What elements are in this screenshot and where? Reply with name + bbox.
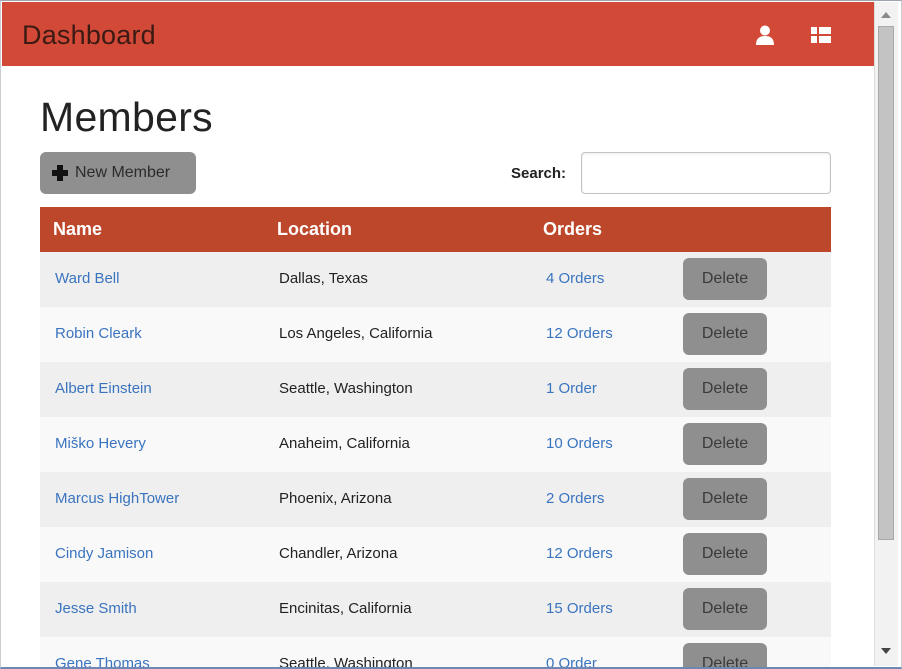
- member-name-link[interactable]: Robin Cleark: [55, 325, 142, 342]
- new-member-button[interactable]: New Member: [40, 152, 196, 194]
- top-navbar: Dashboard: [2, 2, 874, 66]
- table-row: Albert Einstein Seattle, Washington 1 Or…: [40, 362, 831, 417]
- member-location: Encinitas, California: [279, 600, 412, 617]
- member-name-link[interactable]: Marcus HighTower: [55, 490, 179, 507]
- table-body: Ward Bell Dallas, Texas 4 Orders Delete …: [40, 252, 831, 667]
- table-row: Miško Hevery Anaheim, California 10 Orde…: [40, 417, 831, 472]
- member-name-link[interactable]: Jesse Smith: [55, 600, 137, 617]
- delete-button[interactable]: Delete: [683, 423, 767, 465]
- scroll-up-arrow-icon[interactable]: [881, 12, 891, 18]
- table-row: Robin Cleark Los Angeles, California 12 …: [40, 307, 831, 362]
- table-row: Cindy Jamison Chandler, Arizona 12 Order…: [40, 527, 831, 582]
- main-content: Members New Member Search: Name Location…: [0, 66, 874, 667]
- search-input[interactable]: [581, 152, 831, 194]
- user-icon[interactable]: [754, 24, 776, 46]
- delete-button[interactable]: Delete: [683, 368, 767, 410]
- member-orders-link[interactable]: 12 Orders: [546, 545, 613, 562]
- member-name-link[interactable]: Cindy Jamison: [55, 545, 153, 562]
- table-row: Jesse Smith Encinitas, California 15 Ord…: [40, 582, 831, 637]
- table-row: Marcus HighTower Phoenix, Arizona 2 Orde…: [40, 472, 831, 527]
- member-location: Seattle, Washington: [279, 655, 413, 667]
- table-header: Name Location Orders: [40, 207, 831, 252]
- delete-button[interactable]: Delete: [683, 643, 767, 667]
- scroll-thumb[interactable]: [878, 26, 894, 540]
- member-location: Los Angeles, California: [279, 325, 433, 342]
- member-orders-link[interactable]: 2 Orders: [546, 490, 604, 507]
- members-table: Name Location Orders Ward Bell Dallas, T…: [40, 207, 831, 667]
- table-row: Ward Bell Dallas, Texas 4 Orders Delete: [40, 252, 831, 307]
- header-orders[interactable]: Orders: [543, 219, 602, 240]
- delete-button[interactable]: Delete: [683, 478, 767, 520]
- vertical-scrollbar[interactable]: [874, 2, 898, 666]
- header-location[interactable]: Location: [277, 219, 352, 240]
- new-member-label: New Member: [75, 164, 171, 181]
- member-name-link[interactable]: Albert Einstein: [55, 380, 152, 397]
- header-name[interactable]: Name: [53, 219, 102, 240]
- delete-button[interactable]: Delete: [683, 533, 767, 575]
- plus-icon: [52, 165, 68, 181]
- brand-title[interactable]: Dashboard: [22, 20, 156, 51]
- member-location: Phoenix, Arizona: [279, 490, 392, 507]
- search-label: Search:: [511, 165, 567, 182]
- member-name-link[interactable]: Miško Hevery: [55, 435, 146, 452]
- member-orders-link[interactable]: 15 Orders: [546, 600, 613, 617]
- member-name-link[interactable]: Gene Thomas: [55, 655, 150, 667]
- member-location: Seattle, Washington: [279, 380, 413, 397]
- member-orders-link[interactable]: 12 Orders: [546, 325, 613, 342]
- member-location: Dallas, Texas: [279, 270, 368, 287]
- member-orders-link[interactable]: 10 Orders: [546, 435, 613, 452]
- page-title: Members: [40, 94, 213, 140]
- member-orders-link[interactable]: 1 Order: [546, 380, 597, 397]
- grid-icon[interactable]: [810, 24, 832, 46]
- table-row: Gene Thomas Seattle, Washington 0 Order …: [40, 637, 831, 667]
- member-orders-link[interactable]: 0 Order: [546, 655, 597, 667]
- delete-button[interactable]: Delete: [683, 258, 767, 300]
- delete-button[interactable]: Delete: [683, 313, 767, 355]
- member-orders-link[interactable]: 4 Orders: [546, 270, 604, 287]
- delete-button[interactable]: Delete: [683, 588, 767, 630]
- member-location: Anaheim, California: [279, 435, 410, 452]
- member-name-link[interactable]: Ward Bell: [55, 270, 119, 287]
- scroll-down-arrow-icon[interactable]: [881, 648, 891, 654]
- member-location: Chandler, Arizona: [279, 545, 398, 562]
